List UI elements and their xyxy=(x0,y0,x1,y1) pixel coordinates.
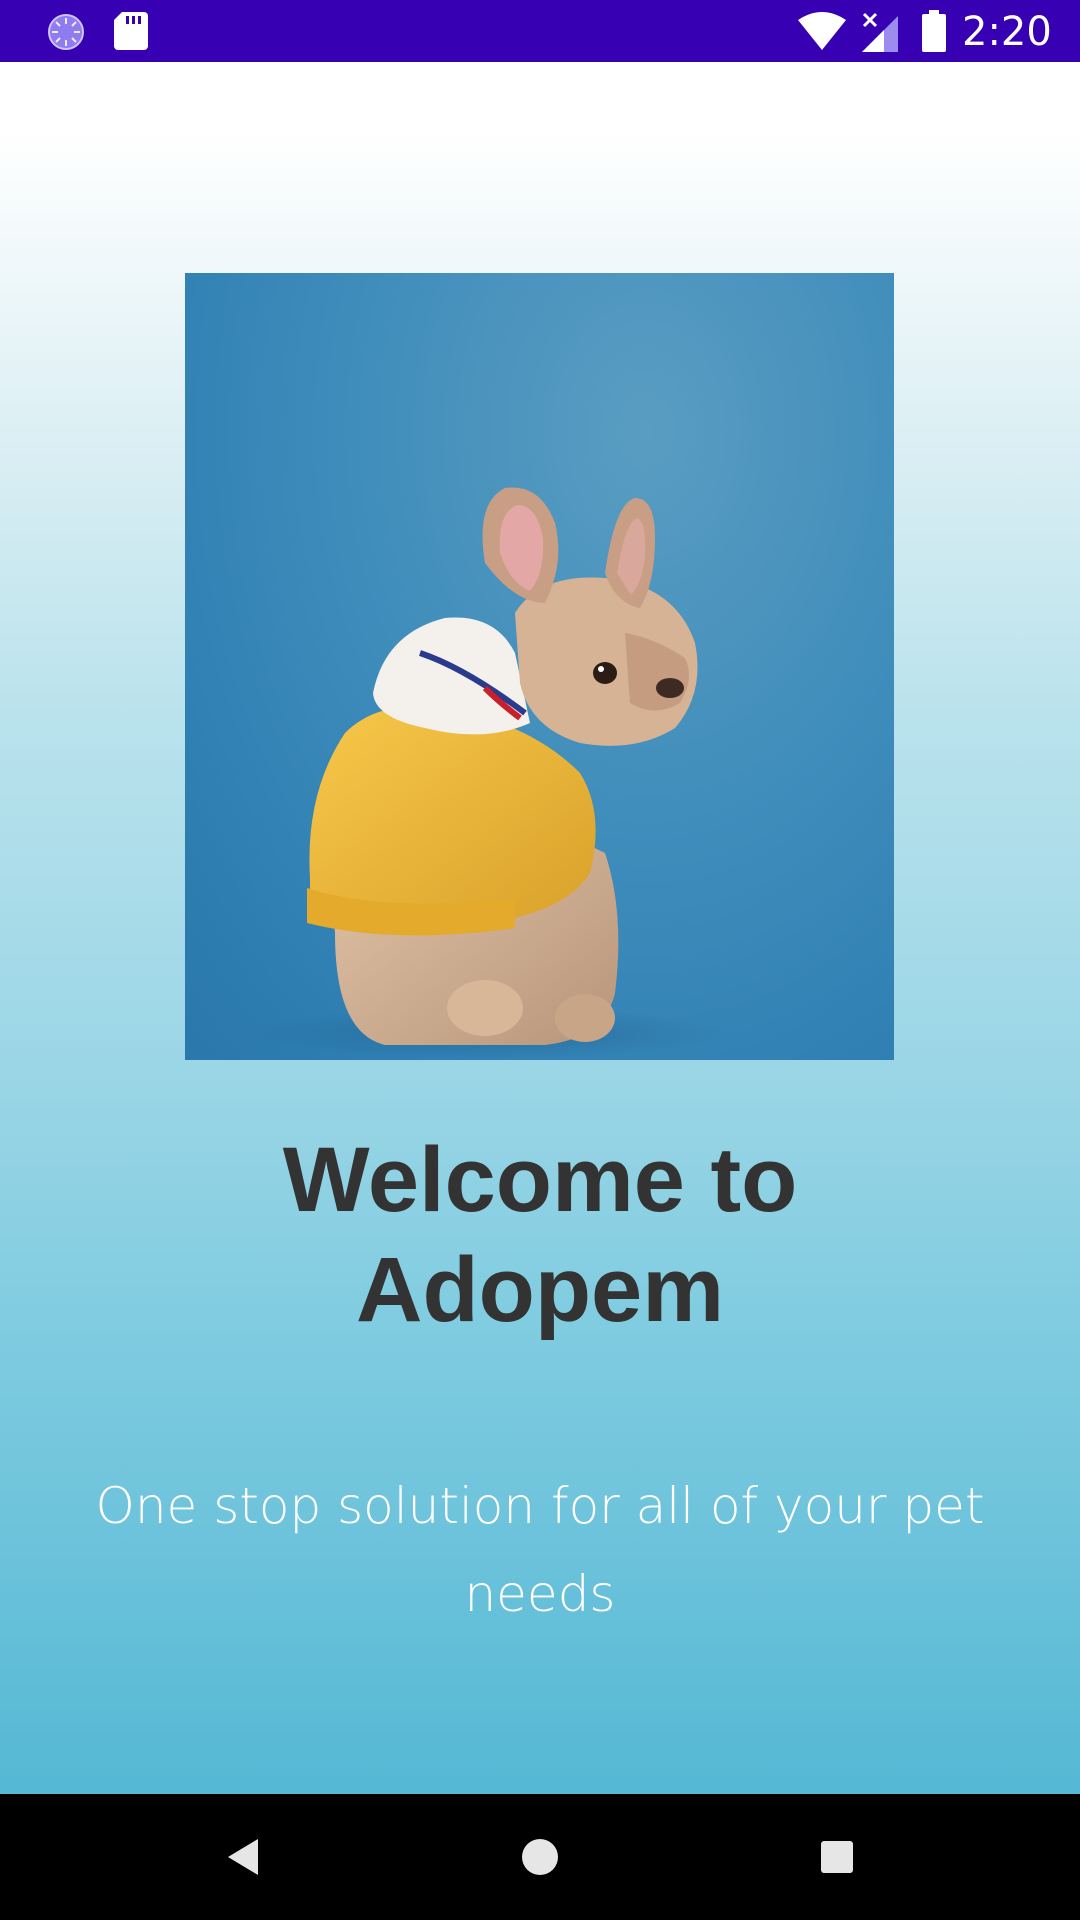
welcome-title-line2: Adopem xyxy=(356,1239,724,1341)
home-icon[interactable] xyxy=(507,1824,573,1890)
hero-dog-image xyxy=(185,273,894,1060)
recents-icon[interactable] xyxy=(804,1824,870,1890)
back-icon[interactable] xyxy=(210,1824,276,1890)
sd-card-icon xyxy=(114,12,148,50)
status-time: 2:20 xyxy=(962,9,1052,55)
status-bar: 2:20 xyxy=(0,0,1080,62)
content-area: Welcome to Adopem One stop solution for … xyxy=(0,62,1080,1794)
battery-icon xyxy=(922,10,946,52)
cellular-signal-icon xyxy=(862,12,898,52)
welcome-screen: 2:20 Welcome to Adopem One stop solution… xyxy=(0,0,1080,1920)
welcome-title-line1: Welcome to xyxy=(282,1129,798,1231)
loader-icon xyxy=(48,14,84,50)
welcome-subtitle: One stop solution for all of your pet ne… xyxy=(95,1477,985,1623)
navigation-bar xyxy=(0,1794,1080,1920)
welcome-title: Welcome to Adopem xyxy=(0,1125,1080,1345)
wifi-icon xyxy=(798,12,846,50)
